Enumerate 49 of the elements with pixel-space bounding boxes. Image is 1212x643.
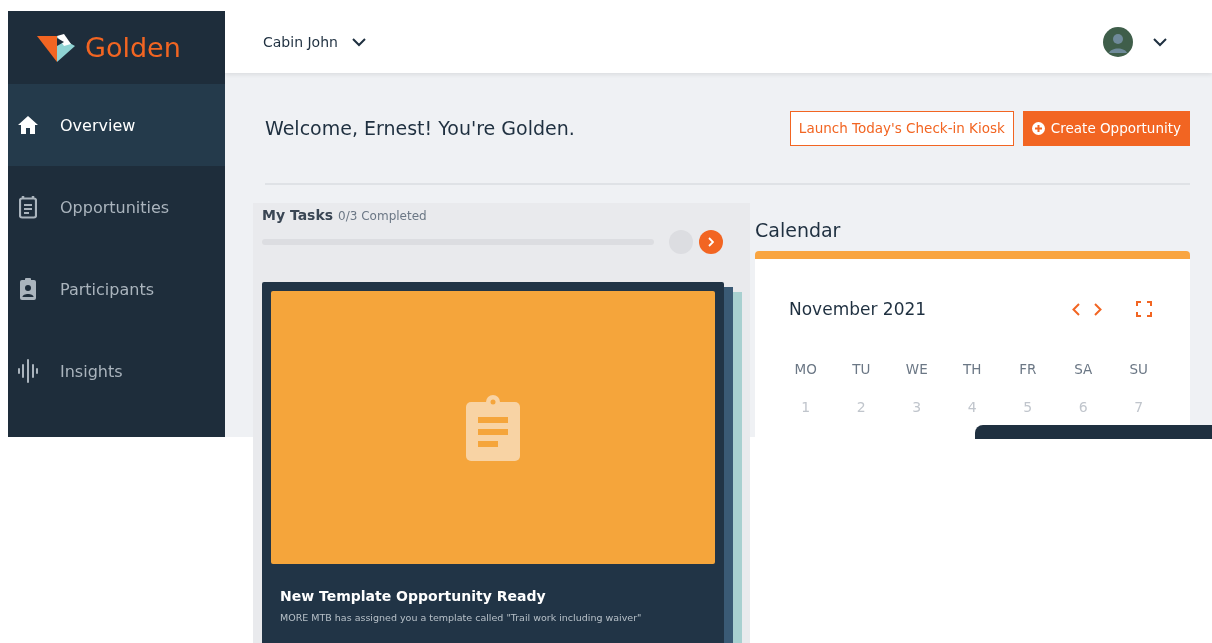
chevron-down-icon — [1153, 37, 1167, 47]
brand-name: Golden — [85, 32, 181, 63]
calendar-icon — [19, 195, 37, 219]
day-number[interactable]: 2 — [833, 399, 889, 415]
welcome-heading: Welcome, Ernest! You're Golden. — [265, 117, 576, 139]
account-menu[interactable] — [1103, 27, 1167, 57]
waveform-icon — [17, 359, 39, 383]
next-button[interactable] — [699, 230, 723, 254]
chevron-left-icon — [1072, 302, 1080, 316]
day-number[interactable]: 7 — [1111, 399, 1167, 415]
chevron-right-icon — [1094, 302, 1102, 316]
expand-icon — [1136, 301, 1152, 317]
weekday-label: SA — [1073, 361, 1094, 377]
badge-icon — [19, 277, 37, 301]
card-description: MORE MTB has assigned you a template called "Trail work including waiver" — [280, 612, 643, 623]
weekday-label: FR — [1018, 361, 1038, 377]
chevron-right-icon — [708, 237, 714, 247]
weekday-label: WE — [904, 361, 929, 377]
day-number[interactable]: 3 — [889, 399, 945, 415]
day-number[interactable]: 6 — [1055, 399, 1111, 415]
nav-item[interactable]: Opportunities — [8, 166, 225, 248]
plus-circle-icon — [1031, 121, 1045, 135]
task-card[interactable]: New Template Opportunity Ready MORE MTB has assigned you a template called "Trail work including waiver" — [262, 282, 724, 643]
kiosk-button[interactable]: Launch Today's Check-in Kiosk — [789, 110, 1014, 146]
nav-item[interactable]: Insights — [8, 330, 225, 412]
section-title: My Tasks — [262, 207, 334, 223]
nav-item[interactable]: Participants — [8, 248, 225, 330]
month-label: November 2021 — [789, 299, 928, 319]
weekday-label: MO — [793, 361, 818, 377]
day-number[interactable]: 4 — [944, 399, 1000, 415]
home-icon — [17, 115, 39, 135]
weekday-label: TH — [962, 361, 983, 377]
nav-item[interactable]: Overview — [8, 84, 225, 166]
create-button[interactable]: Create Opportunity — [1022, 110, 1190, 146]
weekday-label: SU — [1128, 361, 1149, 377]
next-button[interactable] — [1094, 302, 1102, 316]
clipboard-icon — [466, 394, 520, 461]
location-dropdown[interactable]: Cabin John — [263, 34, 366, 50]
avatar — [1103, 27, 1133, 57]
card-title: New Template Opportunity Ready — [280, 588, 547, 604]
section-title: Calendar — [755, 219, 842, 241]
weekday-label: TU — [851, 361, 872, 377]
previous-button[interactable] — [1072, 302, 1080, 316]
expand-button[interactable] — [1136, 301, 1152, 317]
day-number[interactable]: 1 — [778, 399, 834, 415]
day-number[interactable]: 5 — [1000, 399, 1056, 415]
chevron-down-icon — [351, 37, 366, 47]
completed-count: 0/3 Completed — [338, 209, 427, 223]
logo-icon — [37, 33, 77, 62]
